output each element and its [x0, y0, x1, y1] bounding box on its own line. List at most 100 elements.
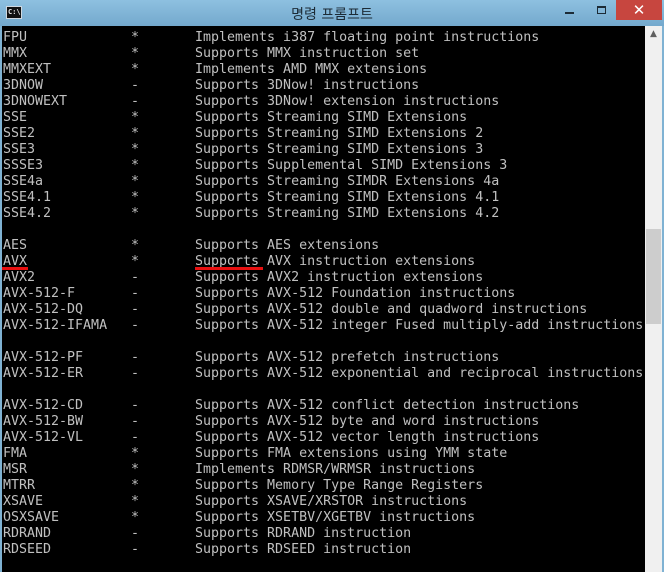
support-flag: -	[131, 286, 140, 301]
console-output[interactable]: FPU * Implements i387 floating point instr…	[2, 26, 645, 572]
feature-name: SSE2	[3, 126, 36, 141]
console-line: AVX-512-F - Supports AVX-512 Foundation in…	[2, 286, 645, 302]
feature-description: Supports 3DNow! extension instructions	[195, 94, 500, 109]
console-line: AVX-512-VL - Supports AVX-512 vector lengt…	[2, 430, 645, 446]
feature-name: MSR	[3, 462, 28, 477]
console-line: SSE2 * Supports Streaming SIMD Extensions …	[2, 126, 645, 142]
scroll-up-arrow-icon[interactable]: ▲	[645, 26, 662, 43]
feature-description: Supports Streaming SIMD Extensions 4.2	[195, 206, 500, 221]
feature-description: Implements i387 floating point instructi…	[195, 30, 540, 45]
close-icon: ✕	[632, 1, 646, 19]
feature-name: SSE4.1	[3, 190, 52, 205]
vertical-scrollbar[interactable]: ▲	[645, 26, 662, 572]
support-flag: *	[131, 446, 140, 461]
feature-name: AVX2	[3, 270, 36, 285]
support-flag: -	[131, 94, 140, 109]
feature-name: XSAVE	[3, 494, 44, 509]
maximize-button[interactable]	[586, 0, 616, 20]
feature-name: MTRR	[3, 478, 36, 493]
feature-description: Supports Memory Type Range Registers	[195, 478, 484, 493]
feature-description: Supports AVX-512 integer Fused multiply-…	[195, 318, 644, 333]
feature-description: Supports FMA extensions using YMM state	[195, 446, 508, 461]
feature-description: Supports AVX-512 byte and word instructi…	[195, 414, 540, 429]
console-line: SSE3 * Supports Streaming SIMD Extensions …	[2, 142, 645, 158]
feature-name: 3DNOW	[3, 78, 44, 93]
feature-name: OSXSAVE	[3, 510, 60, 525]
feature-description: Supports XSETBV/XGETBV instructions	[195, 510, 476, 525]
support-flag: -	[131, 542, 140, 557]
console-line: FMA * Supports FMA extensions using YMM st…	[2, 446, 645, 462]
support-flag: -	[131, 318, 140, 333]
support-flag: *	[131, 478, 140, 493]
scrollbar-thumb[interactable]	[646, 229, 661, 324]
feature-description: Supports Streaming SIMD Extensions 3	[195, 142, 484, 157]
console-line: OSXSAVE * Supports XSETBV/XGETBV instructi…	[2, 510, 645, 526]
close-button[interactable]: ✕	[616, 0, 662, 20]
console-line: MSR * Implements RDMSR/WRMSR instructions	[2, 462, 645, 478]
console-line: SSE4.2 * Supports Streaming SIMD Extension…	[2, 206, 645, 222]
console-line: AES * Supports AES extensions	[2, 238, 645, 254]
console-line: MTRR * Supports Memory Type Range Register…	[2, 478, 645, 494]
title-bar[interactable]: C:\ 명령 프롬프트 ✕	[0, 0, 664, 26]
feature-description: Supports Streaming SIMD Extensions 4.1	[195, 190, 500, 205]
support-flag: -	[131, 398, 140, 413]
support-flag: *	[131, 158, 140, 173]
support-flag: *	[131, 494, 140, 509]
support-flag: *	[131, 238, 140, 253]
feature-description: Supports MMX instruction set	[195, 46, 420, 61]
support-flag: *	[131, 110, 140, 125]
support-flag: -	[131, 414, 140, 429]
feature-description: Supports AES extensions	[195, 238, 380, 253]
console-line: AVX-512-IFAMA - Supports AVX-512 integer F…	[2, 318, 645, 334]
support-flag: *	[131, 190, 140, 205]
feature-name: SSE4.2	[3, 206, 52, 221]
support-flag: -	[131, 78, 140, 93]
support-flag: *	[131, 126, 140, 141]
feature-name: RDSEED	[3, 542, 52, 557]
feature-description: Implements RDMSR/WRMSR instructions	[195, 462, 476, 477]
support-flag: -	[131, 526, 140, 541]
support-flag: -	[131, 350, 140, 365]
feature-description: Supports Streaming SIMD Extensions	[195, 110, 468, 125]
feature-name: AVX-512-CD	[3, 398, 84, 413]
feature-name: MMXEXT	[3, 62, 52, 77]
feature-name: FPU	[3, 30, 28, 45]
support-flag: *	[131, 174, 140, 189]
feature-name: SSE3	[3, 142, 36, 157]
console-line: SSE4a * Supports Streaming SIMDR Extension…	[2, 174, 645, 190]
console-line: 3DNOW - Supports 3DNow! instructions	[2, 78, 645, 94]
feature-name: AES	[3, 238, 28, 253]
console-line: AVX-512-DQ - Supports AVX-512 double and q…	[2, 302, 645, 318]
support-flag: *	[131, 510, 140, 525]
feature-name: AVX-512-DQ	[3, 302, 84, 317]
console-line: AVX-512-PF - Supports AVX-512 prefetch ins…	[2, 350, 645, 366]
command-prompt-window: C:\ 명령 프롬프트 ✕ FPU * Implements i387 floati…	[0, 0, 664, 572]
support-flag: *	[131, 206, 140, 221]
feature-name: AVX-512-IFAMA	[3, 318, 108, 333]
feature-description: Supports RDRAND instruction	[195, 526, 412, 541]
feature-name: RDRAND	[3, 526, 52, 541]
feature-name: 3DNOWEXT	[3, 94, 68, 109]
maximize-icon	[596, 6, 606, 14]
feature-description: Supports AVX-512 exponential and recipro…	[195, 366, 644, 381]
console-line: AVX2 - Supports AVX2 instruction extension…	[2, 270, 645, 286]
minimize-button[interactable]	[554, 0, 584, 20]
console-line: SSSE3 * Supports Supplemental SIMD Extensi…	[2, 158, 645, 174]
feature-name: SSSE3	[3, 158, 44, 173]
feature-description: Implements AMD MMX extensions	[195, 62, 428, 77]
support-flag: *	[131, 254, 140, 269]
console-line: AVX-512-ER - Supports AVX-512 exponential …	[2, 366, 645, 382]
console-line: AVX-512-CD - Supports AVX-512 conflict det…	[2, 398, 645, 414]
feature-name: SSE	[3, 110, 28, 125]
feature-description: Supports AVX-512 Foundation instructions	[195, 286, 516, 301]
feature-description: Supports AVX-512 conflict detection inst…	[195, 398, 580, 413]
console-line: 3DNOWEXT - Supports 3DNow! extension instr…	[2, 94, 645, 110]
feature-description: Supports Streaming SIMD Extensions 2	[195, 126, 484, 141]
console-line: XSAVE * Supports XSAVE/XRSTOR instructions	[2, 494, 645, 510]
minimize-icon	[564, 11, 574, 14]
console-line: SSE * Supports Streaming SIMD Extensions	[2, 110, 645, 126]
feature-description: Supports AVX-512 double and quadword ins…	[195, 302, 588, 317]
